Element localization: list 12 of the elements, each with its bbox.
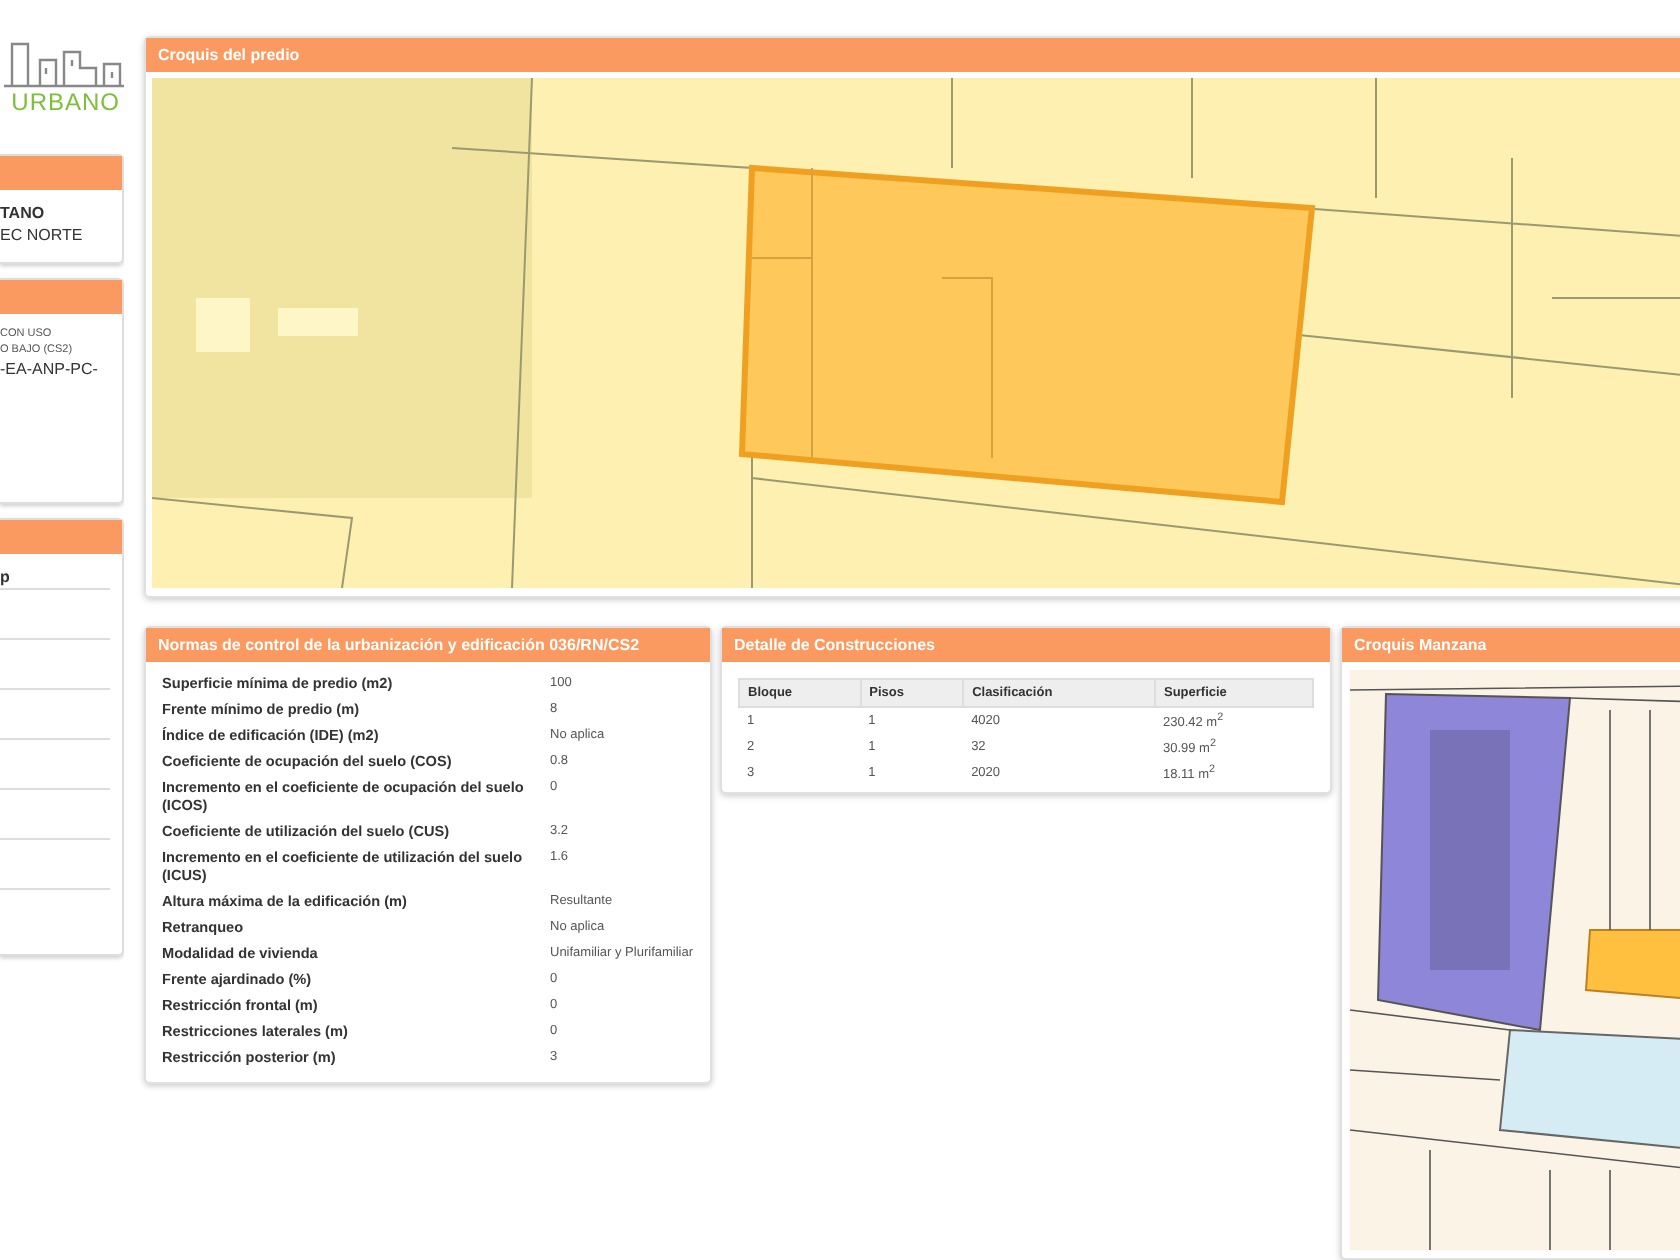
panel-header: Croquis del predio: [146, 38, 1680, 72]
panel-header: [0, 280, 122, 314]
panel-header: Normas de control de la urbanización y edificación 036/RN/CS2: [146, 628, 710, 662]
panel-header: [0, 520, 122, 554]
sidebar-text: -EA-ANP-PC-: [0, 358, 98, 380]
sidebar-text: p: [0, 566, 10, 588]
logo-text: URBANO: [11, 88, 120, 116]
panel-header: Detalle de Construcciones: [722, 628, 1330, 662]
panel-header: Croquis Manzana: [1342, 628, 1680, 662]
sidebar-text: EC NORTE: [0, 224, 83, 246]
panel-header: [0, 156, 122, 190]
sidebar-text: TANO: [0, 202, 45, 224]
